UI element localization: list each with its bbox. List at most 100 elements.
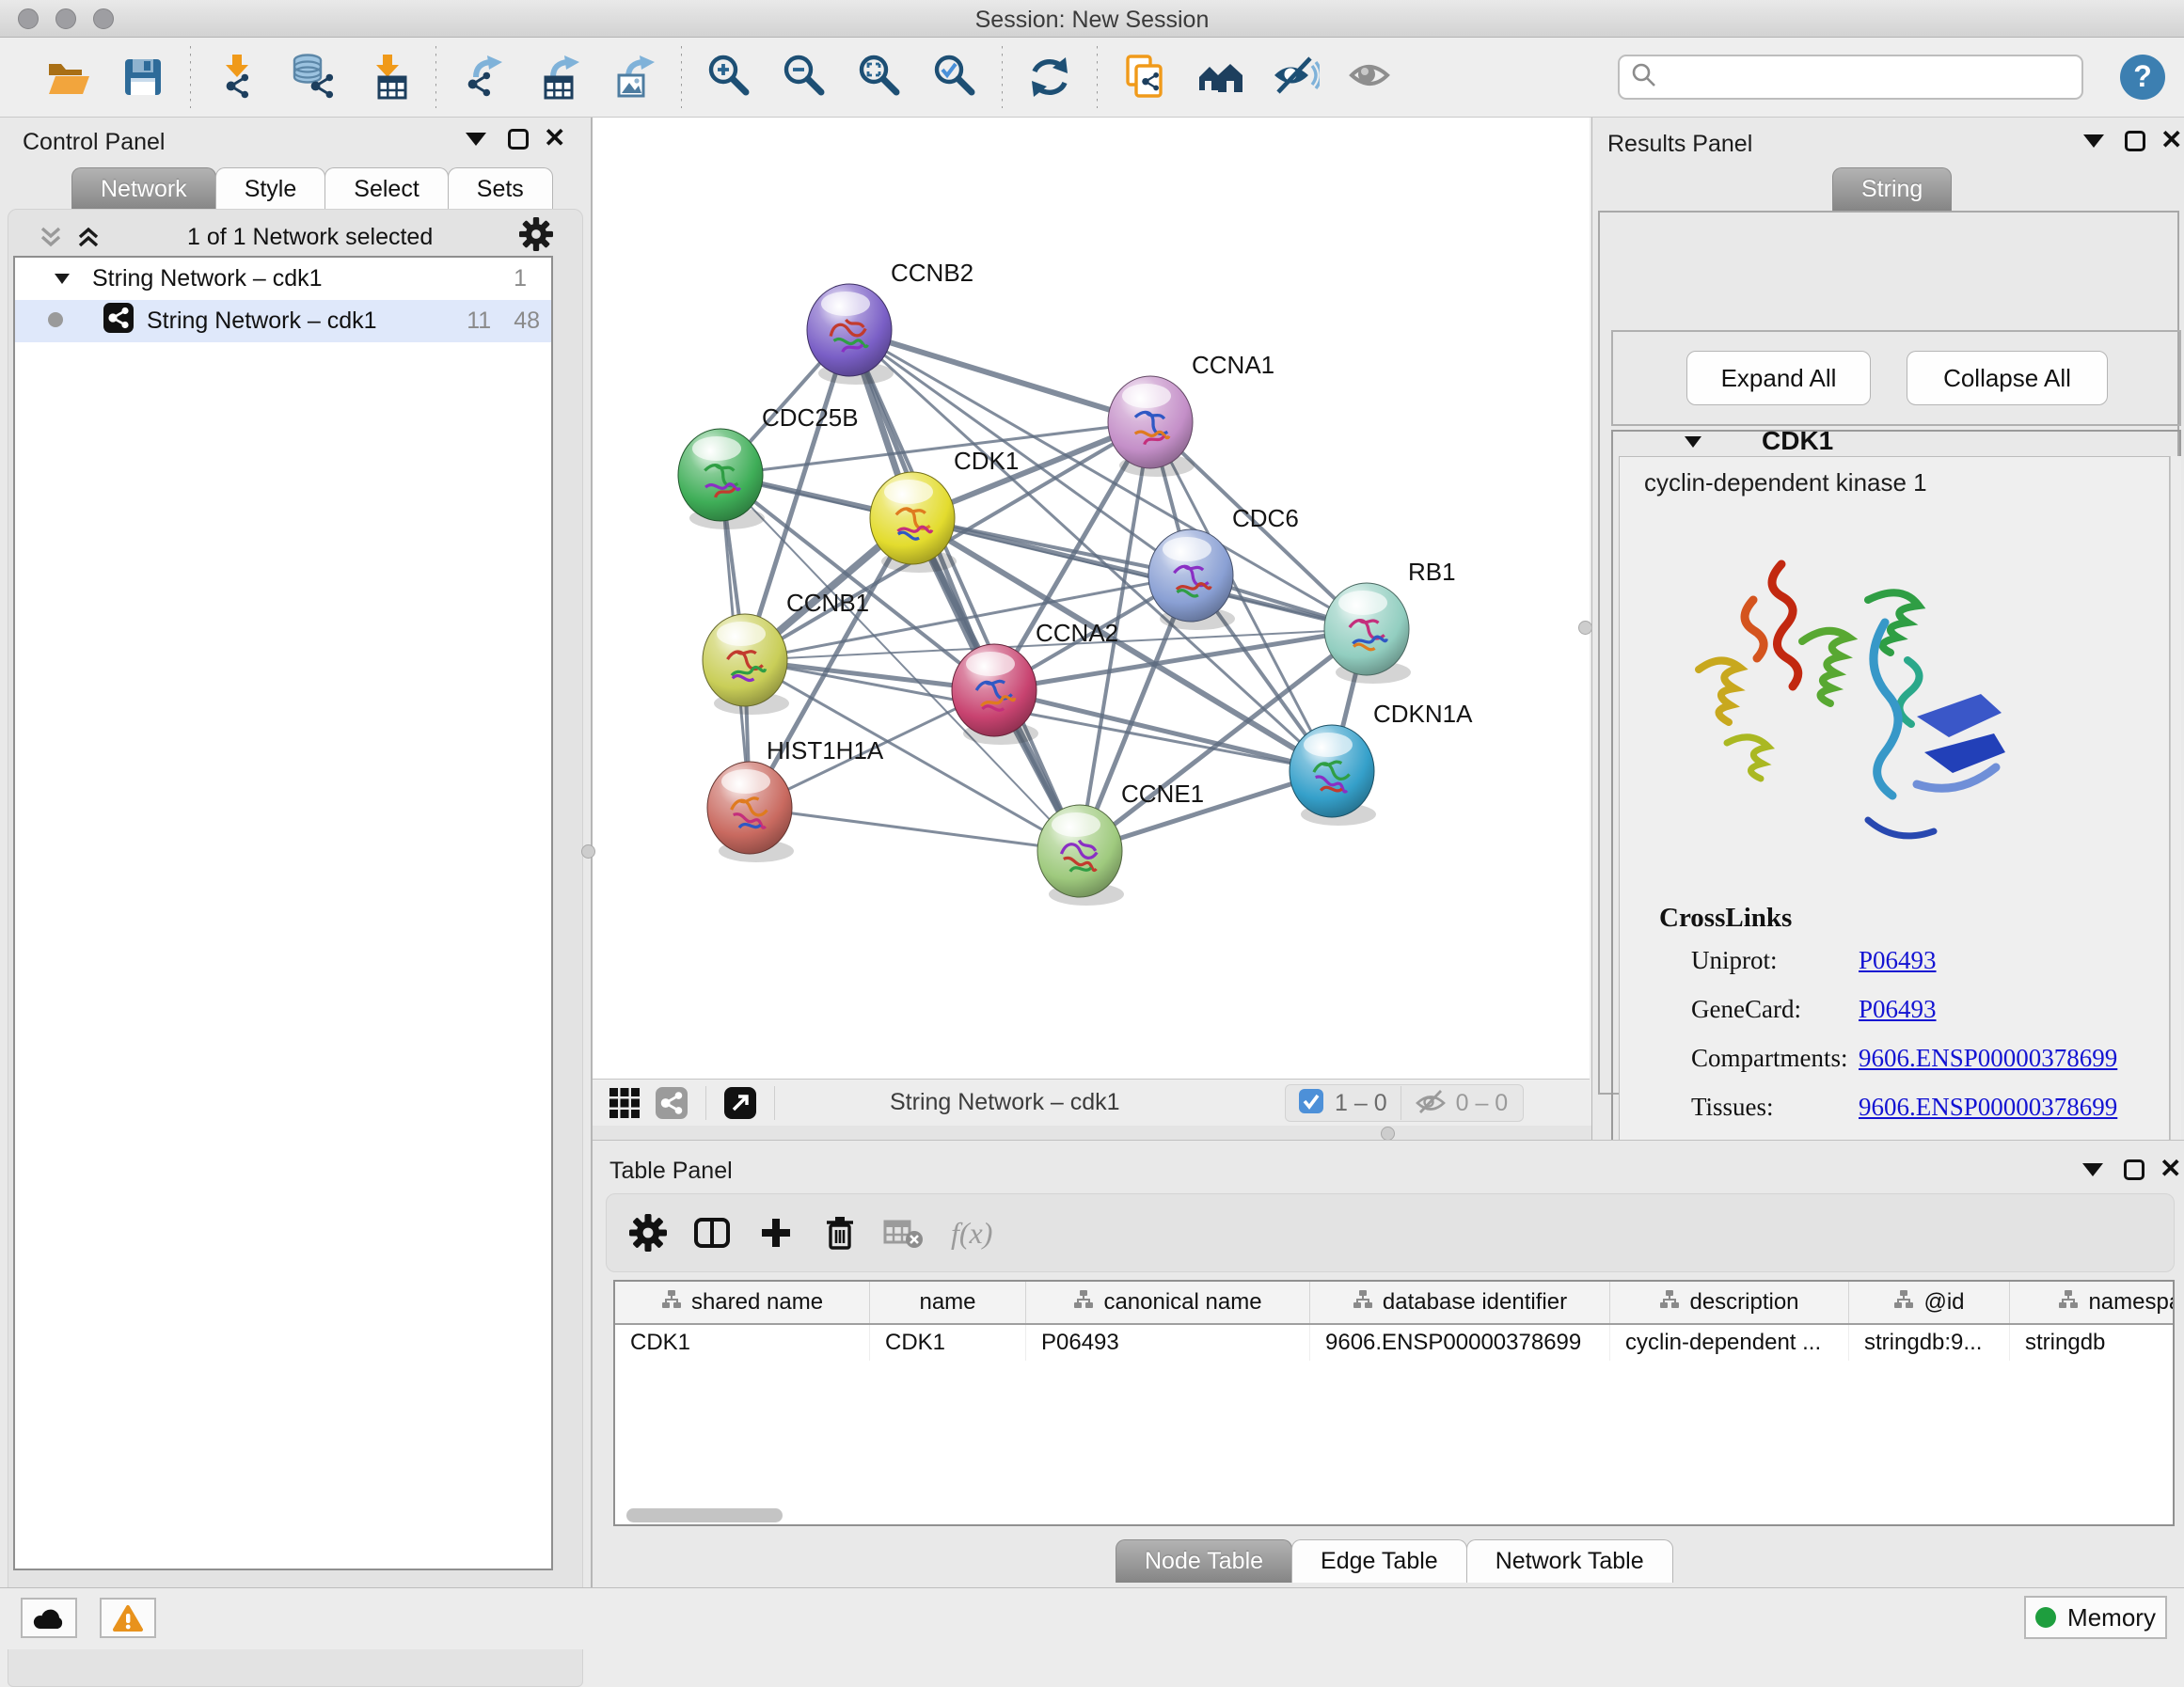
expand-collapse-box: Expand All Collapse All: [1611, 330, 2181, 426]
column-header-shared-name[interactable]: shared name: [615, 1282, 870, 1323]
column-header-database-identifier[interactable]: database identifier: [1310, 1282, 1610, 1323]
results-panel-float-icon[interactable]: [2083, 134, 2104, 148]
network-node-CCNB1[interactable]: CCNB1: [703, 589, 869, 715]
zoom-selected-icon[interactable]: [928, 51, 981, 103]
expand-all-button[interactable]: Expand All: [1686, 351, 1871, 405]
results-scrollbar[interactable]: [2170, 456, 2181, 1180]
open-session-icon[interactable]: [41, 51, 94, 103]
network-options-gear-icon[interactable]: [519, 217, 553, 256]
table-panel-maximize-icon[interactable]: [2124, 1159, 2144, 1180]
crosslink-label: GeneCard:: [1691, 995, 1801, 1023]
column-header-name[interactable]: name: [870, 1282, 1026, 1323]
hidden-eye-icon: [1415, 1087, 1447, 1120]
table-tab-network-table[interactable]: Network Table: [1466, 1539, 1673, 1583]
table-cell: stringdb: [2010, 1325, 2175, 1361]
application-window: Session: New Session ? Control Panel ✕ N…: [0, 0, 2184, 1649]
network-row-selected[interactable]: String Network – cdk1 11 48: [15, 300, 551, 342]
show-all-network-views-icon[interactable]: [1194, 51, 1246, 103]
network-node-CDKN1A[interactable]: CDKN1A: [1290, 700, 1473, 826]
table-tab-node-table[interactable]: Node Table: [1116, 1539, 1292, 1583]
table-header-row: shared name namecanonical namedatabase id…: [615, 1282, 2173, 1325]
results-panel-title: Results Panel: [1607, 131, 1752, 158]
tree-expander-icon[interactable]: [53, 265, 71, 292]
section-collapse-icon[interactable]: [1683, 434, 1703, 455]
toggle-graphics-details-icon[interactable]: [1269, 51, 1321, 103]
control-panel-float-icon[interactable]: [466, 133, 486, 146]
update-view-icon[interactable]: [1023, 51, 1076, 103]
network-edge-CCNB2-CCNA1[interactable]: [849, 330, 1150, 422]
column-namespace-icon: [661, 1289, 682, 1316]
network-edge-CCNB2-CCNE1[interactable]: [849, 330, 1080, 851]
table-tab-edge-table[interactable]: Edge Table: [1291, 1539, 1467, 1583]
network-node-HIST1H1A[interactable]: HIST1H1A: [707, 736, 884, 862]
network-edge-CDK1-RB1[interactable]: [912, 518, 1367, 629]
crosslink-link[interactable]: P06493: [1859, 995, 1937, 1024]
network-node-CCNA1[interactable]: CCNA1: [1108, 351, 1274, 477]
export-table-icon[interactable]: [532, 51, 585, 103]
export-image-icon[interactable]: [608, 51, 660, 103]
control-panel-maximize-icon[interactable]: [508, 129, 529, 150]
selected-checkbox-icon[interactable]: [1299, 1089, 1323, 1118]
zoom-fit-content-icon[interactable]: [853, 51, 906, 103]
protein-details: cyclin-dependent kinase 1 CrossLinks Uni…: [1619, 456, 2170, 1180]
control-tab-select[interactable]: Select: [324, 167, 448, 211]
column-namespace-icon: [1073, 1289, 1094, 1316]
import-network-from-database-icon[interactable]: [287, 51, 340, 103]
detach-view-icon[interactable]: [720, 1082, 761, 1124]
function-builder-icon-disabled: f(x): [951, 1216, 992, 1251]
column-header-canonical-name[interactable]: canonical name: [1026, 1282, 1310, 1323]
export-network-icon[interactable]: [457, 51, 510, 103]
table-options-gear-icon[interactable]: [627, 1212, 669, 1253]
collection-label: String Network – cdk1: [92, 265, 323, 292]
network-canvas[interactable]: CCNB2CCNA1CDC25BCDK1CDC6RB1CCNB1CCNA2CDK…: [593, 118, 1590, 1079]
node-label-CCNA1: CCNA1: [1192, 351, 1274, 379]
results-panel-maximize-icon[interactable]: [2125, 131, 2145, 151]
import-table-file-icon[interactable]: [362, 51, 415, 103]
network-type-icon: [103, 303, 134, 339]
crosslink-link[interactable]: 9606.ENSP00000378699: [1859, 1044, 2117, 1073]
create-column-icon[interactable]: [755, 1212, 797, 1253]
clone-network-icon[interactable]: [1118, 51, 1171, 103]
warnings-button[interactable]: [100, 1598, 156, 1638]
crosslink-link[interactable]: P06493: [1859, 946, 1937, 975]
show-columns-icon[interactable]: [691, 1212, 733, 1253]
search-input[interactable]: [1667, 64, 2062, 90]
table-panel-close-icon[interactable]: ✕: [2160, 1159, 2181, 1179]
table-row[interactable]: CDK1CDK1P064939606.ENSP00000378699cyclin…: [615, 1325, 2173, 1361]
column-header--id[interactable]: @id: [1849, 1282, 2010, 1323]
control-tab-style[interactable]: Style: [215, 167, 326, 211]
control-tab-sets[interactable]: Sets: [448, 167, 553, 211]
memory-button[interactable]: Memory: [2024, 1596, 2167, 1639]
expand-all-networks-icon[interactable]: [74, 223, 103, 256]
results-tab-string[interactable]: String: [1832, 167, 1952, 211]
collapse-all-button[interactable]: Collapse All: [1907, 351, 2108, 405]
delete-column-icon[interactable]: [819, 1212, 861, 1253]
collapse-all-networks-icon[interactable]: [37, 223, 65, 256]
network-node-RB1[interactable]: RB1: [1324, 558, 1456, 684]
right-splitter-grip[interactable]: [1578, 621, 1592, 635]
network-node-CDC6[interactable]: CDC6: [1148, 504, 1299, 630]
help-button[interactable]: ?: [2120, 55, 2165, 100]
memory-label: Memory: [2067, 1603, 2156, 1632]
import-network-file-icon[interactable]: [212, 51, 264, 103]
column-header-description[interactable]: description: [1610, 1282, 1849, 1323]
bottom-splitter-grip[interactable]: [1381, 1127, 1395, 1141]
save-session-icon[interactable]: [117, 51, 169, 103]
automation-cloud-button[interactable]: [21, 1598, 77, 1638]
column-header-namespace[interactable]: namespace: [2010, 1282, 2175, 1323]
table-panel-float-icon[interactable]: [2082, 1163, 2103, 1176]
table-hscroll-thumb[interactable]: [626, 1508, 783, 1522]
control-tab-network[interactable]: Network: [71, 167, 216, 211]
control-panel-close-icon[interactable]: ✕: [544, 128, 565, 149]
node-label-CDK1: CDK1: [954, 447, 1019, 475]
birdseye-grid-icon[interactable]: [604, 1082, 645, 1124]
network-node-CCNE1[interactable]: CCNE1: [1037, 780, 1204, 906]
left-splitter-grip[interactable]: [581, 844, 595, 859]
zoom-out-icon[interactable]: [778, 51, 831, 103]
network-collection-row[interactable]: String Network – cdk1 1: [15, 258, 551, 300]
column-label: shared name: [691, 1289, 823, 1316]
crosslink-link[interactable]: 9606.ENSP00000378699: [1859, 1093, 2117, 1122]
results-panel-close-icon[interactable]: ✕: [2160, 130, 2182, 150]
zoom-in-icon[interactable]: [703, 51, 755, 103]
network-edge-HIST1H1A-CCNE1[interactable]: [750, 808, 1080, 851]
